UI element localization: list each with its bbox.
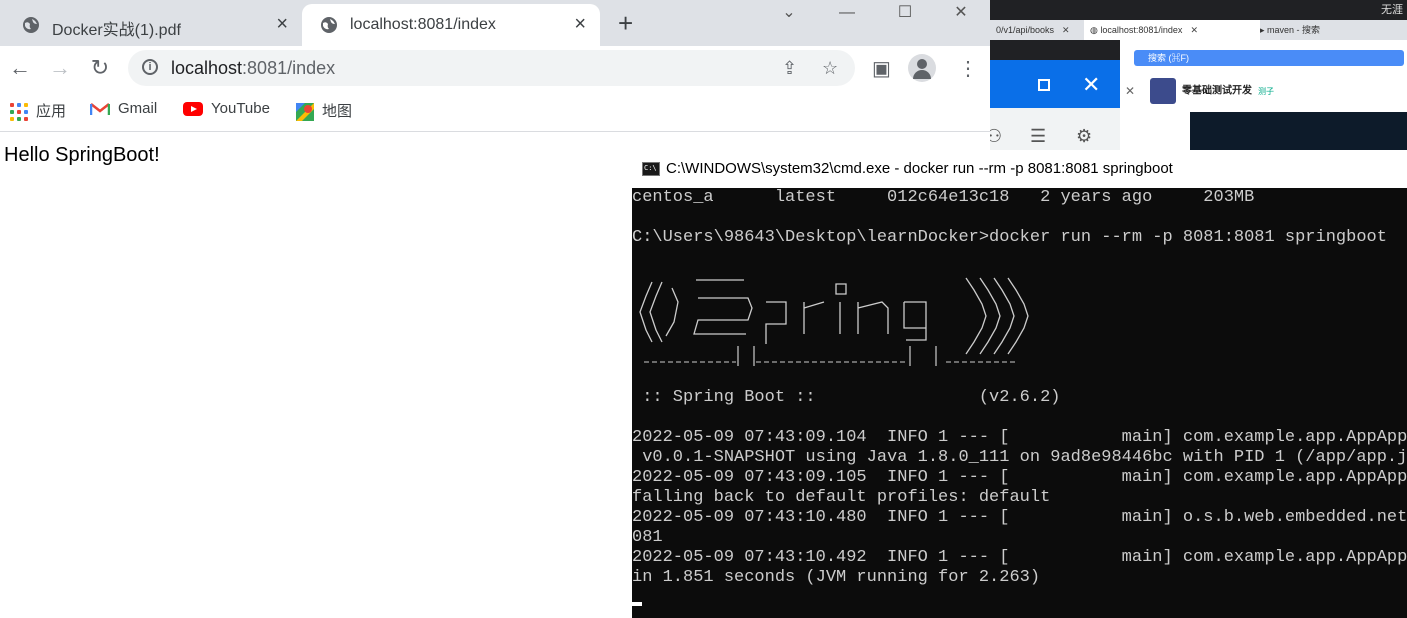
maximize-icon[interactable] [1038,79,1050,91]
terminal-line: 2022-05-09 07:43:10.492 INFO 1 --- [ mai… [632,548,1407,567]
background-panel: 搜索 (⌘F) ✕ 零基础测试开发 测子 [1120,40,1407,160]
course-card[interactable]: 零基础测试开发 测子 [1150,78,1274,104]
bookmark-label: 地图 [322,103,353,120]
terminal-line: :: Spring Boot :: (v2.6.2) [632,388,1061,407]
terminal-line: falling back to default profiles: defaul… [632,488,1051,507]
close-icon[interactable]: ✕ [1190,25,1198,35]
new-tab-button[interactable]: + [618,8,633,39]
bookmark-label: 应用 [36,103,67,120]
tab-strip: Docker实战(1).pdf × localhost:8081/index ×… [0,0,990,46]
terminal-output[interactable]: centos_a latest 012c64e13c18 2 years ago… [632,188,1407,618]
terminal-cursor [632,602,642,606]
terminal-line: v0.0.1-SNAPSHOT using Java 1.8.0_111 on … [632,448,1407,467]
star-icon[interactable]: ☆ [822,58,838,79]
minimize-button[interactable]: — [818,0,876,30]
terminal-line: centos_a latest 012c64e13c18 2 years ago… [632,188,1255,207]
maximize-button[interactable]: ☐ [876,0,934,30]
background-tab-active[interactable]: ◍ localhost:8081/index ✕ [1084,20,1260,40]
terminal-line: C:\Users\98643\Desktop\learnDocker>docke… [632,228,1387,247]
forward-button[interactable]: → [46,54,74,82]
gmail-icon [90,103,110,116]
terminal-line: 2022-05-09 07:43:10.480 INFO 1 --- [ mai… [632,508,1407,527]
background-window: 无涯 0/v1/api/books ✕ ◍ localhost:8081/inde… [990,0,1407,160]
url-path: :8081/index [242,58,336,78]
bookmark-youtube[interactable]: YouTube [183,100,270,117]
globe-icon [321,17,337,33]
bookmark-label: YouTube [211,100,270,117]
terminal-line: 2022-05-09 07:43:09.105 INFO 1 --- [ mai… [632,468,1407,487]
bookmark-maps[interactable]: 地图 [296,100,353,122]
close-window-button[interactable]: ✕ [932,0,990,30]
gear-icon[interactable]: ⚙ [1076,126,1092,147]
terminal-line: 081 [632,528,663,547]
person-body-shape [913,70,931,79]
course-card-tag: 测子 [1258,86,1274,96]
close-icon[interactable]: ✕ [1120,84,1140,98]
spring-banner [639,277,1029,366]
side-panel-icon[interactable]: ▣ [872,56,891,81]
tab-title: localhost:8081/index [350,16,496,33]
share-icon[interactable]: ⇪ [782,58,797,79]
profile-avatar[interactable] [908,54,936,82]
search-input[interactable]: 搜索 (⌘F) [1134,50,1404,66]
background-topbar: 无涯 [990,0,1407,18]
person-icon [917,59,927,69]
background-tabstrip: 0/v1/api/books ✕ ◍ localhost:8081/index ✕ … [990,20,1407,40]
background-topbar-text: 无涯 [1381,4,1403,16]
reload-button[interactable]: ↻ [86,54,114,82]
background-tab-label: maven - 搜索 [1267,25,1321,35]
more-menu-icon[interactable]: ⋮ [958,56,978,81]
bookmark-label: Gmail [118,100,158,117]
globe-icon: ◍ [1090,25,1098,35]
page-text: Hello SpringBoot! [4,144,160,166]
back-button[interactable]: ← [6,54,34,82]
tab-localhost[interactable]: localhost:8081/index × [302,4,600,46]
address-bar[interactable]: i localhost:8081/index ⇪ ☆ [128,50,855,86]
url-host: localhost [171,58,243,78]
terminal-line: in 1.851 seconds (JVM running for 2.263) [632,568,1041,587]
close-icon[interactable]: × [276,13,288,36]
tab-search-icon[interactable]: ⌄ [760,0,818,30]
tab-pdf[interactable]: Docker实战(1).pdf × [4,4,302,46]
youtube-icon [183,102,203,117]
background-tab-label: localhost:8081/index [1100,25,1183,35]
bing-icon: ▸ [1260,25,1265,35]
site-info-icon[interactable]: i [142,59,158,75]
background-tab[interactable]: 0/v1/api/books ✕ [990,20,1090,40]
cmd-title: C:\WINDOWS\system32\cmd.exe - docker run… [666,160,1173,177]
apps-icon [10,103,28,122]
navigation-toolbar: ← → ↻ i localhost:8081/index ⇪ ☆ ▣ ⋮ [0,46,990,90]
globe-icon [23,17,39,33]
cmd-window: C:\ C:\WINDOWS\system32\cmd.exe - docker… [632,150,1407,618]
close-icon[interactable]: ✕ [1062,25,1070,35]
maps-icon [296,103,314,122]
bookmark-gmail[interactable]: Gmail [90,100,157,117]
add-user-icon[interactable]: ⚇ [990,126,1002,147]
avatar [1150,78,1176,104]
close-icon[interactable]: × [574,13,586,36]
background-tab-label: 0/v1/api/books [996,25,1055,35]
bookmarks-bar: 应用 Gmail YouTube 地图 [0,90,990,132]
url-text[interactable]: localhost:8081/index [171,58,335,79]
background-tab[interactable]: ▸ maven - 搜索 [1254,20,1386,40]
cmd-icon: C:\ [642,162,660,176]
bookmark-apps[interactable]: 应用 [10,100,67,122]
close-icon[interactable]: ✕ [1082,72,1100,98]
course-card-title: 零基础测试开发 [1182,85,1252,97]
cmd-titlebar[interactable]: C:\ C:\WINDOWS\system32\cmd.exe - docker… [632,150,1407,188]
tab-title: Docker实战(1).pdf [52,22,181,39]
list-search-icon[interactable]: ☰ [1030,126,1046,147]
terminal-line: 2022-05-09 07:43:09.104 INFO 1 --- [ mai… [632,428,1407,447]
background-app-titlebar: ✕ [990,60,1120,108]
